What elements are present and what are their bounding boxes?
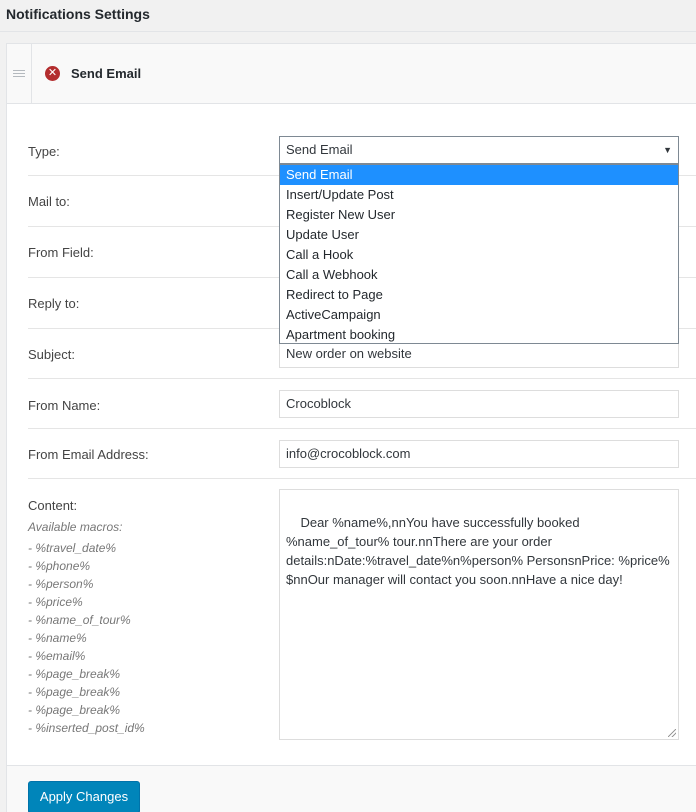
- from-name-label: From Name:: [28, 398, 101, 413]
- type-option[interactable]: ActiveCampaign: [280, 305, 678, 325]
- macro-item: - %price%: [28, 595, 83, 609]
- macro-item: - %page_break%: [28, 685, 121, 699]
- chevron-down-icon: ▼: [663, 145, 672, 155]
- content-label: Content:: [28, 498, 78, 513]
- title-divider: [0, 31, 696, 32]
- subject-label: Subject:: [28, 347, 75, 362]
- content-textarea[interactable]: Dear %name%,nnYou have successfully book…: [279, 489, 679, 740]
- from-field-label: From Field:: [28, 245, 94, 260]
- macro-item: - %email%: [28, 649, 86, 663]
- drag-handle-icon[interactable]: [7, 44, 32, 104]
- type-dropdown-list: Send Email Insert/Update Post Register N…: [279, 164, 679, 344]
- macros-title: Available macros:: [28, 520, 123, 534]
- notification-panel: ✕ Send Email Type: Send Email ▼ Mail to:…: [6, 43, 696, 812]
- apply-changes-button[interactable]: Apply Changes: [28, 781, 140, 812]
- notification-header[interactable]: ✕ Send Email: [7, 44, 696, 104]
- delete-icon[interactable]: ✕: [45, 66, 60, 81]
- macro-item: - %phone%: [28, 559, 91, 573]
- from-name-input[interactable]: Crocoblock: [279, 390, 679, 418]
- macro-item: - %name_of_tour%: [28, 613, 131, 627]
- macro-item: - %page_break%: [28, 703, 121, 717]
- mail-to-label: Mail to:: [28, 194, 70, 209]
- content-text: Dear %name%,nnYou have successfully book…: [286, 515, 674, 587]
- row-divider: [28, 378, 696, 379]
- macro-item: - %page_break%: [28, 667, 121, 681]
- macros-list: - %travel_date% - %phone% - %person% - %…: [28, 539, 145, 737]
- type-option[interactable]: Register New User: [280, 205, 678, 225]
- type-option[interactable]: Redirect to Page: [280, 285, 678, 305]
- reply-to-label: Reply to:: [28, 296, 80, 311]
- type-option[interactable]: Call a Webhook: [280, 265, 678, 285]
- type-option[interactable]: Send Email: [280, 165, 678, 185]
- type-select[interactable]: Send Email ▼: [279, 136, 679, 164]
- macro-item: - %travel_date%: [28, 541, 117, 555]
- macro-item: - %name%: [28, 631, 87, 645]
- from-email-label: From Email Address:: [28, 447, 149, 462]
- row-divider: [28, 428, 696, 429]
- type-option[interactable]: Update User: [280, 225, 678, 245]
- type-option[interactable]: Apartment booking: [280, 325, 678, 345]
- page-title: Notifications Settings: [6, 6, 150, 22]
- type-option[interactable]: Call a Hook: [280, 245, 678, 265]
- type-label: Type:: [28, 144, 60, 159]
- row-divider: [28, 478, 696, 479]
- notification-title: Send Email: [71, 66, 142, 81]
- from-email-input[interactable]: info@crocoblock.com: [279, 440, 679, 468]
- type-select-value: Send Email: [286, 142, 353, 157]
- macro-item: - %inserted_post_id%: [28, 721, 145, 735]
- type-option[interactable]: Insert/Update Post: [280, 185, 678, 205]
- resize-handle-icon[interactable]: [668, 729, 676, 737]
- panel-footer: Apply Changes: [7, 765, 696, 812]
- macro-item: - %person%: [28, 577, 94, 591]
